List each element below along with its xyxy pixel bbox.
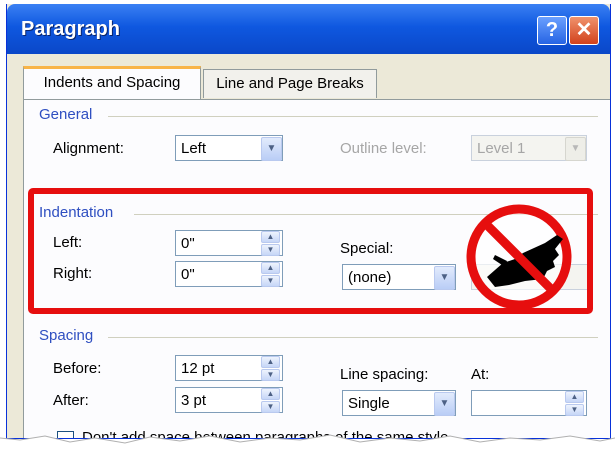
help-button[interactable]: ? — [537, 16, 567, 45]
spin-down-icon[interactable]: ▼ — [565, 404, 584, 416]
before-value: 12 pt — [181, 360, 215, 377]
torn-edge-decoration — [0, 434, 615, 460]
spin-up-icon[interactable]: ▲ — [565, 391, 584, 403]
dialog-title: Paragraph — [21, 18, 120, 40]
outline-dropdown-arrow-icon: ▼ — [565, 137, 586, 161]
outline-level-value: Level 1 — [477, 140, 526, 157]
general-heading: General — [39, 106, 93, 123]
no-pointing-hand-icon — [466, 204, 572, 310]
spin-down-icon[interactable]: ▼ — [261, 401, 280, 413]
outline-level-label: Outline level: — [340, 140, 427, 157]
tab-line-and-page-breaks[interactable]: Line and Page Breaks — [203, 69, 377, 98]
spin-up-icon[interactable]: ▲ — [261, 388, 280, 400]
spin-down-icon[interactable]: ▼ — [261, 369, 280, 381]
line-spacing-dropdown-arrow-icon[interactable]: ▼ — [434, 392, 455, 416]
at-spinner[interactable]: ▲ ▼ — [565, 391, 584, 416]
after-label: After: — [53, 392, 89, 409]
alignment-value: Left — [181, 140, 207, 157]
close-button[interactable]: ✕ — [569, 16, 599, 45]
spin-up-icon[interactable]: ▲ — [261, 356, 280, 368]
alignment-label: Alignment: — [53, 140, 124, 157]
at-label: At: — [471, 366, 490, 383]
alignment-dropdown-arrow-icon[interactable]: ▼ — [261, 137, 282, 161]
after-spinner[interactable]: ▲ ▼ — [261, 388, 280, 413]
title-bar[interactable]: Paragraph ? ✕ — [7, 4, 610, 54]
line-spacing-label: Line spacing: — [340, 366, 429, 383]
line-spacing-value: Single — [348, 395, 390, 412]
tab-indents-and-spacing[interactable]: Indents and Spacing — [23, 66, 201, 99]
spacing-heading: Spacing — [39, 327, 94, 344]
after-value: 3 pt — [181, 392, 207, 409]
before-label: Before: — [53, 360, 102, 377]
spacing-separator — [108, 337, 598, 338]
general-separator — [108, 116, 598, 117]
before-spinner[interactable]: ▲ ▼ — [261, 356, 280, 381]
